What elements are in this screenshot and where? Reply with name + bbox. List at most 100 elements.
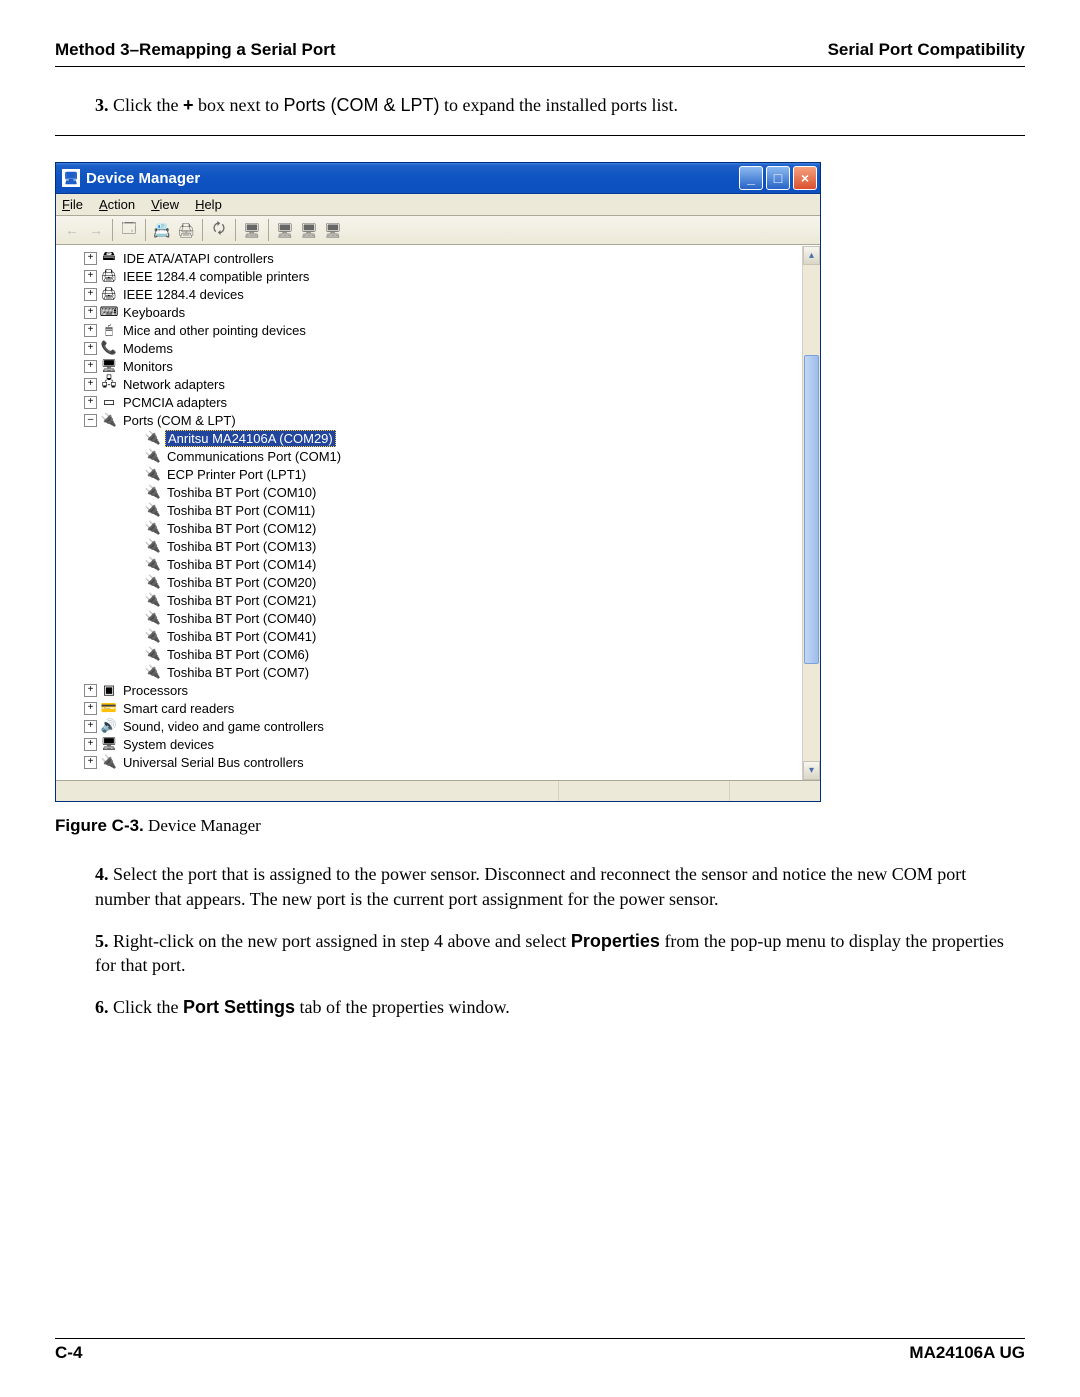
tree-item-port[interactable]: 🔌Communications Port (COM1) <box>56 447 802 465</box>
tree-item-port[interactable]: 🔌Toshiba BT Port (COM40) <box>56 609 802 627</box>
close-button[interactable]: × <box>793 166 817 190</box>
expand-toggle[interactable]: + <box>84 756 97 769</box>
tree-item[interactable]: +⌨Keyboards <box>56 303 802 321</box>
expand-toggle[interactable]: + <box>84 270 97 283</box>
tree-item-port[interactable]: 🔌Toshiba BT Port (COM7) <box>56 663 802 681</box>
tree-label: Processors <box>121 683 190 698</box>
tree-item-ports[interactable]: –🔌Ports (COM & LPT) <box>56 411 802 429</box>
tree-label: Toshiba BT Port (COM12) <box>165 521 318 536</box>
tree-item-port[interactable]: 🔌 Toshiba BT Port (COM10) <box>56 483 802 501</box>
tree-item-port[interactable]: 🔌Toshiba BT Port (COM12) <box>56 519 802 537</box>
step-3: 3. Click the + box next to Ports (COM & … <box>95 93 1025 117</box>
page-number: C-4 <box>55 1343 82 1363</box>
device-icon: 📞 <box>101 340 117 356</box>
tree-item[interactable]: +🖨IEEE 1284.4 devices <box>56 285 802 303</box>
print-icon[interactable]: 🖨 <box>174 219 198 241</box>
expand-toggle[interactable]: + <box>84 324 97 337</box>
expand-toggle[interactable]: + <box>84 702 97 715</box>
menu-file[interactable]: File <box>62 197 83 212</box>
minimize-button[interactable]: _ <box>739 166 763 190</box>
device-manager-window: 🖥 Device Manager _ □ × File Action View … <box>55 162 821 802</box>
expand-toggle[interactable]: + <box>84 396 97 409</box>
tree-item[interactable]: +🖱Mice and other pointing devices <box>56 321 802 339</box>
maximize-button[interactable]: □ <box>766 166 790 190</box>
device-icon: 🔌 <box>145 448 161 464</box>
expand-toggle[interactable]: + <box>84 684 97 697</box>
device-icon: 🔌 <box>145 484 161 500</box>
tree-item[interactable]: +🖧Network adapters <box>56 375 802 393</box>
device-icon: 🔌 <box>145 664 161 680</box>
tree-item[interactable]: +🖥System devices <box>56 735 802 753</box>
device-icon: 🖨 <box>101 268 117 284</box>
scroll-thumb[interactable] <box>804 355 819 665</box>
tree-item[interactable]: +🔊Sound, video and game controllers <box>56 717 802 735</box>
disable-icon[interactable]: 🖥 <box>297 219 321 241</box>
tree-view-icon[interactable]: 🗔 <box>117 219 141 241</box>
tree-label: Toshiba BT Port (COM14) <box>165 557 318 572</box>
tree-item[interactable]: + 📞 Modems <box>56 339 802 357</box>
tree-item[interactable]: +💳Smart card readers <box>56 699 802 717</box>
tree-item-port[interactable]: 🔌Toshiba BT Port (COM11) <box>56 501 802 519</box>
scroll-up-icon[interactable]: ▴ <box>803 246 820 265</box>
device-icon: 🔊 <box>101 718 117 734</box>
update-driver-icon[interactable]: 🖥 <box>321 219 345 241</box>
tree-pane: +🖴IDE ATA/ATAPI controllers+🖨IEEE 1284.4… <box>56 245 820 780</box>
expand-toggle[interactable]: + <box>84 306 97 319</box>
divider <box>55 135 1025 136</box>
tree-label: PCMCIA adapters <box>121 395 229 410</box>
device-icon: 🔌 <box>101 754 117 770</box>
tree-item-port[interactable]: 🔌 Toshiba BT Port (COM21) <box>56 591 802 609</box>
titlebar[interactable]: 🖥 Device Manager _ □ × <box>56 163 820 194</box>
device-icon: 🖴 <box>101 250 117 266</box>
menu-view[interactable]: View <box>151 197 179 212</box>
expand-toggle[interactable]: + <box>84 342 97 355</box>
expand-toggle[interactable]: + <box>84 288 97 301</box>
tree-label: Toshiba BT Port (COM10) <box>165 485 318 500</box>
tree-item-port[interactable]: 🔌Toshiba BT Port (COM20) <box>56 573 802 591</box>
menu-help[interactable]: Help <box>195 197 222 212</box>
tree-item[interactable]: +🖴IDE ATA/ATAPI controllers <box>56 249 802 267</box>
device-icon: 🔌 <box>145 592 161 608</box>
device-icon: 🔌 <box>101 412 117 428</box>
back-icon[interactable]: ← <box>60 219 84 241</box>
uninstall-icon[interactable]: 🖥 <box>273 219 297 241</box>
expand-toggle[interactable]: + <box>84 738 97 751</box>
tree-label: Smart card readers <box>121 701 236 716</box>
header-right: Serial Port Compatibility <box>828 40 1025 60</box>
tree-item-port[interactable]: 🔌Toshiba BT Port (COM41) <box>56 627 802 645</box>
expand-toggle[interactable]: + <box>84 378 97 391</box>
device-icon: 🖥 <box>101 736 117 752</box>
status-bar <box>56 780 820 801</box>
properties-icon[interactable]: 📇 <box>150 219 174 241</box>
expand-toggle[interactable]: + <box>84 720 97 733</box>
tree-item-port[interactable]: 🔌Toshiba BT Port (COM13) <box>56 537 802 555</box>
expand-toggle[interactable]: – <box>84 414 97 427</box>
tree-label: Toshiba BT Port (COM13) <box>165 539 318 554</box>
tree-item-port[interactable]: 🔌Toshiba BT Port (COM6) <box>56 645 802 663</box>
tree-label: Modems <box>121 341 175 356</box>
tree-item[interactable]: +🖨IEEE 1284.4 compatible printers <box>56 267 802 285</box>
tree-item-port[interactable]: 🔌 Toshiba BT Port (COM14) <box>56 555 802 573</box>
vertical-scrollbar[interactable]: ▴ ▾ <box>802 246 820 780</box>
device-icon: 🔌 <box>145 502 161 518</box>
tree-label: Toshiba BT Port (COM41) <box>165 629 318 644</box>
expand-toggle[interactable]: + <box>84 360 97 373</box>
tree-item[interactable]: + ▣ Processors <box>56 681 802 699</box>
scan-icon[interactable]: 🖥 <box>240 219 264 241</box>
tree-label: Network adapters <box>121 377 227 392</box>
forward-icon[interactable]: → <box>84 219 108 241</box>
refresh-icon[interactable]: 🗘 <box>207 219 231 241</box>
tree-item-port[interactable]: 🔌Anritsu MA24106A (COM29) <box>56 429 802 447</box>
device-icon: ▣ <box>101 682 117 698</box>
tree-label: Keyboards <box>121 305 187 320</box>
device-icon: 🔌 <box>145 556 161 572</box>
expand-toggle[interactable]: + <box>84 252 97 265</box>
tree-label: Toshiba BT Port (COM21) <box>165 593 318 608</box>
tree-item-port[interactable]: 🔌ECP Printer Port (LPT1) <box>56 465 802 483</box>
menu-action[interactable]: Action <box>99 197 135 212</box>
tree-item[interactable]: +🔌Universal Serial Bus controllers <box>56 753 802 771</box>
device-icon: 🔌 <box>145 574 161 590</box>
tree-item[interactable]: +▭PCMCIA adapters <box>56 393 802 411</box>
scroll-down-icon[interactable]: ▾ <box>803 761 820 780</box>
tree-item[interactable]: +🖥Monitors <box>56 357 802 375</box>
